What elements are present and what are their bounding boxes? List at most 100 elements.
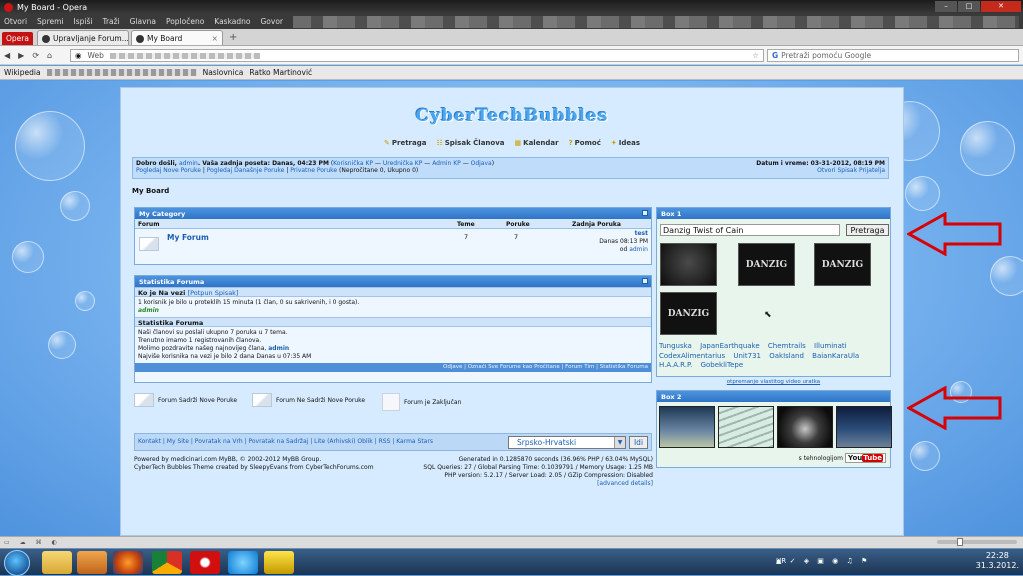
- tag-link[interactable]: CodexAlimentarius: [659, 352, 725, 362]
- panel-toggle-icon[interactable]: ▭: [4, 539, 10, 546]
- minimize-button[interactable]: –: [935, 1, 957, 12]
- video-thumb-1[interactable]: [660, 243, 717, 286]
- opera-menu-button[interactable]: Opera: [2, 32, 33, 45]
- tag-link[interactable]: Chemtrails: [768, 342, 806, 352]
- taskbar-skype-icon[interactable]: [228, 551, 258, 574]
- admincp-link[interactable]: Admin KP: [432, 160, 461, 167]
- youtube-logo[interactable]: YouTube: [845, 453, 886, 463]
- video-thumb-night[interactable]: [836, 406, 892, 448]
- bookmark-wikipedia[interactable]: Wikipedia: [4, 68, 41, 77]
- nav-search[interactable]: ✎ Pretraga: [384, 139, 426, 147]
- modcp-link[interactable]: Urednička KP: [383, 160, 423, 167]
- address-field[interactable]: ◉ Web ☆: [70, 49, 764, 62]
- stats-footer-links[interactable]: Odjave | Označi Sve Forume kao Pročitane…: [135, 363, 651, 372]
- view-today-posts-link[interactable]: Pogledaj Današnje Poruke: [207, 167, 285, 174]
- collapse-icon[interactable]: [642, 210, 648, 216]
- menu-save[interactable]: Spremi: [37, 17, 63, 26]
- tag-link[interactable]: Tunguska: [659, 342, 692, 352]
- view-new-posts-link[interactable]: Pogledaj Nove Poruke: [136, 167, 201, 174]
- video-thumb-vehicle[interactable]: [777, 406, 833, 448]
- menu-find[interactable]: Traži: [102, 17, 119, 26]
- newest-member-link[interactable]: admin: [268, 345, 289, 352]
- close-window-button[interactable]: ✕: [981, 1, 1021, 12]
- video-thumb-3[interactable]: DANZIG: [814, 243, 871, 286]
- buddy-list-link[interactable]: Otvori Spisak Prijatelja: [817, 167, 885, 174]
- video-thumb-2[interactable]: DANZIG: [738, 243, 795, 286]
- tab-manage-forum[interactable]: Upravljanje Forum... ×: [36, 30, 129, 45]
- box1-body: Danzig Twist of Cain Pretraga DANZIG DAN…: [657, 219, 890, 385]
- tab-my-board[interactable]: My Board ×: [130, 30, 223, 45]
- menu-cascade[interactable]: Kaskadno: [214, 17, 250, 26]
- upload-video-link[interactable]: otpremanje vlastitog video uratka: [657, 379, 890, 385]
- forum-name-link[interactable]: My Forum: [167, 233, 209, 242]
- full-online-list-link[interactable]: [Potpun Spisak]: [188, 289, 239, 297]
- bookmark-ratko[interactable]: Ratko Martinović: [249, 68, 312, 77]
- taskbar-chrome-icon[interactable]: [152, 551, 182, 574]
- video-search-input[interactable]: Danzig Twist of Cain: [660, 224, 840, 236]
- tray-icons[interactable]: ▲ ✓ ◈ ▣ ◉ ♫ ⚑: [776, 557, 870, 565]
- menu-speech[interactable]: Govor: [261, 17, 284, 26]
- breadcrumb[interactable]: My Board: [132, 187, 169, 195]
- collapse-icon[interactable]: [642, 278, 648, 284]
- zoom-slider[interactable]: [937, 538, 1017, 546]
- menu-home[interactable]: Glavna: [130, 17, 156, 26]
- nav-calendar[interactable]: ▦ Kalendar: [515, 139, 559, 147]
- new-tab-button[interactable]: +: [229, 32, 237, 43]
- forward-icon[interactable]: ▶: [18, 51, 24, 60]
- bottom-links[interactable]: Kontakt | My Site | Povratak na Vrh | Po…: [138, 438, 433, 445]
- advanced-details-link[interactable]: [advanced details]: [597, 480, 653, 487]
- reload-icon[interactable]: ⟳: [32, 51, 39, 60]
- usercp-link[interactable]: Korisnička KP: [333, 160, 373, 167]
- home-icon[interactable]: ⌂: [47, 51, 52, 60]
- web-label: Web: [87, 50, 104, 60]
- private-messages-link[interactable]: Privatne Poruke: [290, 167, 337, 174]
- logout-link[interactable]: Odjava: [471, 160, 492, 167]
- tray-clock[interactable]: 22:28 31.3.2012.: [976, 551, 1019, 571]
- nav-help[interactable]: ? Pomoć: [569, 139, 601, 147]
- turbo-icon[interactable]: ◐: [52, 539, 57, 546]
- site-logo[interactable]: CyberTechBubbles: [121, 106, 903, 126]
- language-select[interactable]: Srpsko-Hrvatski ▼: [508, 436, 626, 449]
- back-icon[interactable]: ◀: [4, 51, 10, 60]
- tag-link[interactable]: Illuminati: [814, 342, 847, 352]
- tag-link[interactable]: GobekliTepe: [701, 361, 744, 371]
- go-button[interactable]: Idi: [629, 436, 648, 449]
- menu-tile[interactable]: Popločeno: [166, 17, 204, 26]
- tag-link[interactable]: BaianKaraUla: [812, 352, 859, 362]
- tray-language[interactable]: HR: [776, 557, 786, 565]
- taskbar-explorer-icon[interactable]: [42, 551, 72, 574]
- tag-link[interactable]: Unit731: [733, 352, 761, 362]
- bookmark-naslovnica[interactable]: Naslovnica: [203, 68, 244, 77]
- taskbar-opera-icon[interactable]: [190, 551, 220, 574]
- last-post-title[interactable]: test: [635, 230, 648, 237]
- tag-link[interactable]: H.A.A.R.P.: [659, 361, 692, 371]
- video-thumb-document[interactable]: [718, 406, 774, 448]
- menu-open[interactable]: Otvori: [4, 17, 27, 26]
- tag-link[interactable]: JapanEarthquake: [700, 342, 760, 352]
- taskbar-app-icon[interactable]: [264, 551, 294, 574]
- share-icon[interactable]: ⌘: [36, 539, 42, 546]
- category-header: My Category: [135, 208, 651, 219]
- video-thumb-4[interactable]: DANZIG: [660, 292, 717, 335]
- close-tab-icon[interactable]: ×: [212, 34, 218, 43]
- online-user[interactable]: admin: [138, 307, 159, 314]
- legend-new: Forum Sadrži Nove Poruke: [134, 393, 237, 407]
- user-link[interactable]: admin: [179, 160, 198, 167]
- menu-print[interactable]: Ispiši: [74, 17, 93, 26]
- last-post-author[interactable]: admin: [629, 246, 648, 253]
- taskbar-media-icon[interactable]: [77, 551, 107, 574]
- category-title[interactable]: My Category: [139, 210, 185, 218]
- nav-label: Pretraga: [391, 139, 427, 147]
- search-input[interactable]: G Pretraži pomoću Google: [767, 49, 1019, 62]
- bookmark-star-icon[interactable]: ☆: [752, 50, 759, 62]
- video-thumb-ufo[interactable]: [659, 406, 715, 448]
- start-button[interactable]: [4, 550, 30, 576]
- nav-ideas[interactable]: ✦ Ideas: [611, 139, 640, 147]
- tag-link[interactable]: OakIsland: [769, 352, 804, 362]
- zoom-handle[interactable]: [957, 538, 963, 546]
- maximize-button[interactable]: □: [958, 1, 980, 12]
- cloud-icon[interactable]: ☁: [20, 539, 26, 546]
- taskbar-firefox-icon[interactable]: [113, 551, 143, 574]
- video-search-button[interactable]: Pretraga: [846, 224, 889, 236]
- nav-memberlist[interactable]: ☷ Spisak Članova: [436, 139, 504, 147]
